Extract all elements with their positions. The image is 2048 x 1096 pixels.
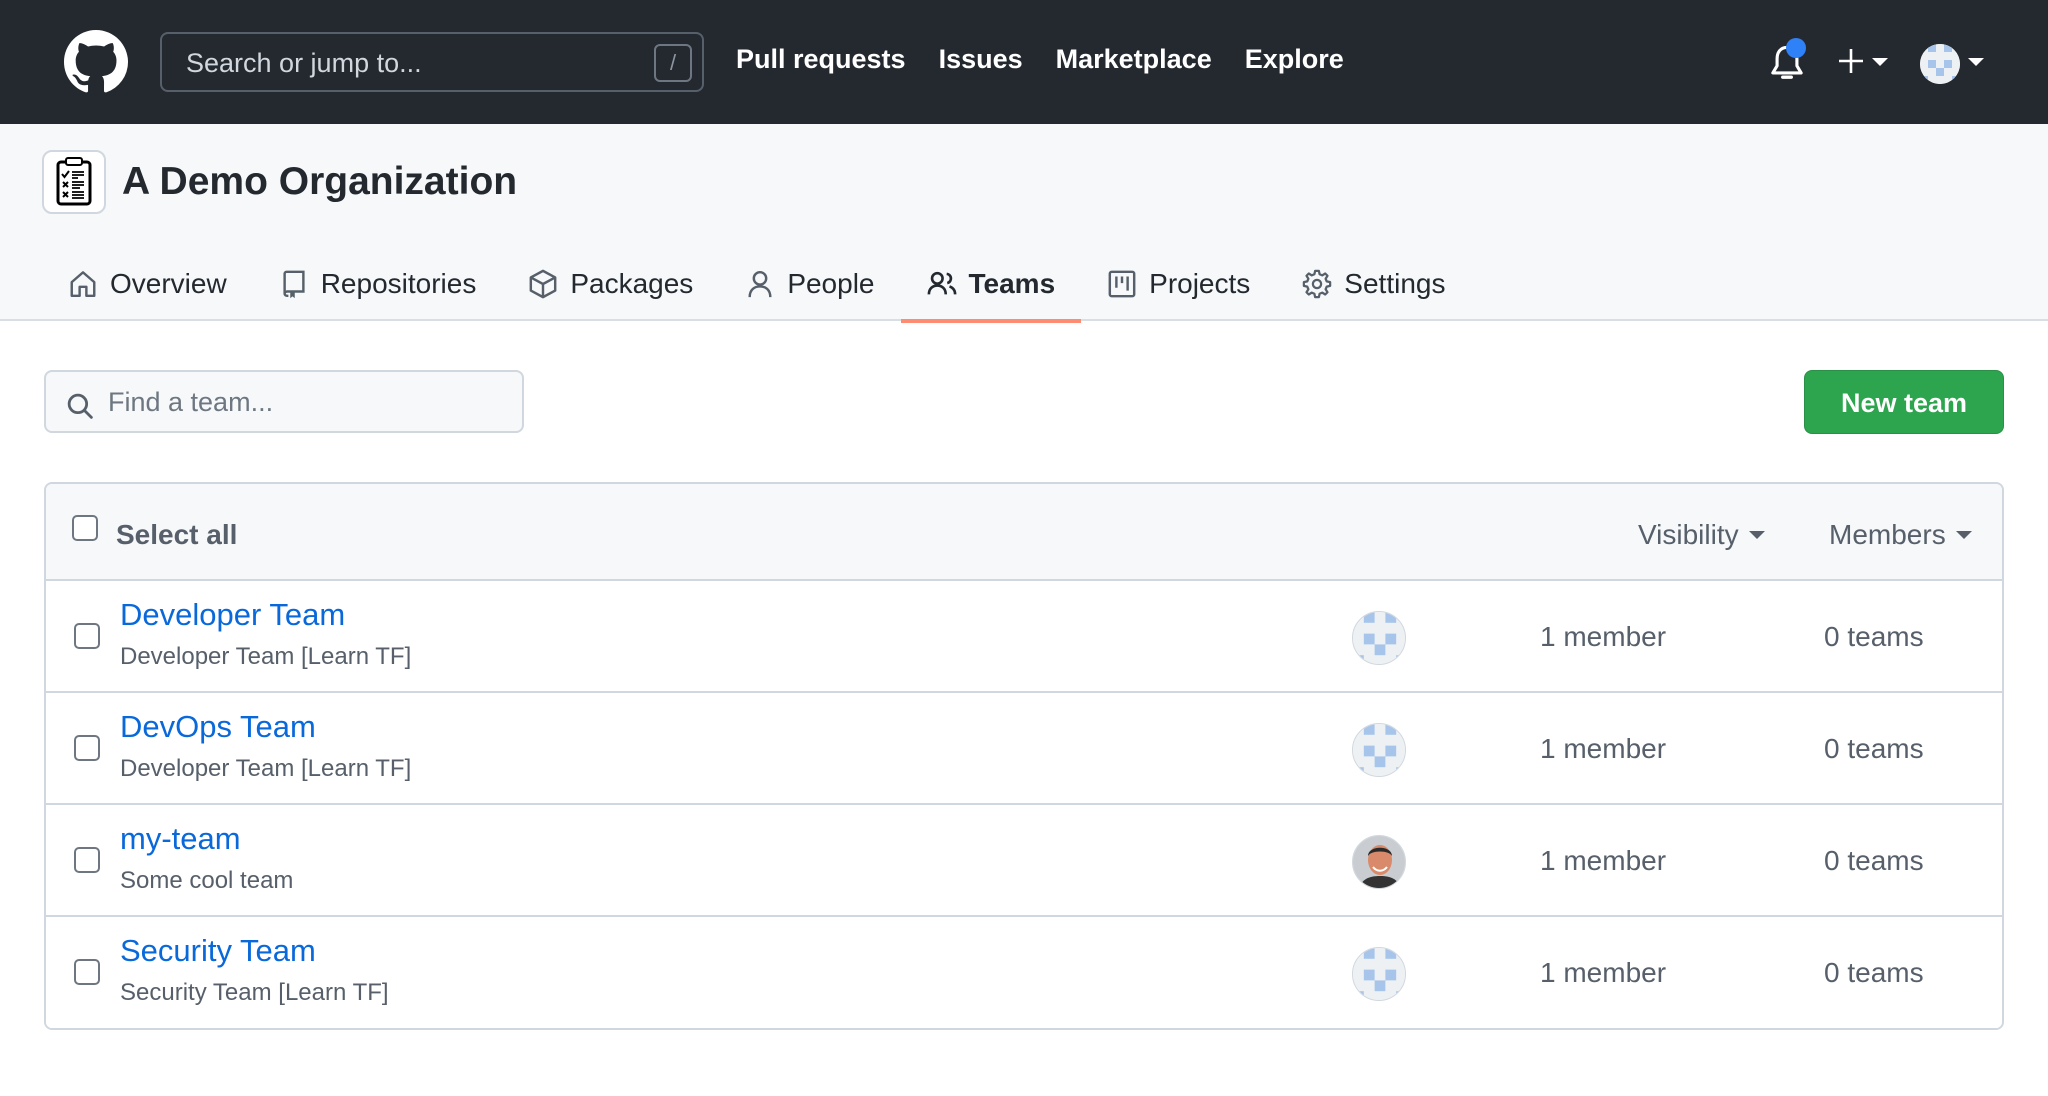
tab-label: Repositories bbox=[320, 267, 477, 299]
new-team-button[interactable]: New team bbox=[1804, 370, 2004, 434]
tab-label: Packages bbox=[570, 267, 694, 299]
user-avatar[interactable] bbox=[1920, 44, 1960, 84]
team-child-count[interactable]: 0 teams bbox=[1824, 733, 1924, 765]
team-row: Security Team Security Team [Learn TF] 1… bbox=[46, 917, 2002, 1028]
tab-label: Settings bbox=[1344, 267, 1446, 299]
find-team-input[interactable]: Find a team... bbox=[44, 370, 524, 433]
tab-projects[interactable]: Projects bbox=[1081, 246, 1276, 321]
team-row: DevOps Team Developer Team [Learn TF] 1 … bbox=[46, 693, 2002, 805]
identicon-icon bbox=[1920, 44, 1960, 84]
team-description: Developer Team [Learn TF] bbox=[120, 643, 412, 670]
visibility-filter-dropdown[interactable]: Visibility bbox=[1638, 519, 1765, 551]
team-description: Security Team [Learn TF] bbox=[120, 979, 389, 1006]
tab-label: Overview bbox=[110, 267, 227, 299]
search-icon bbox=[67, 393, 93, 419]
team-member-count[interactable]: 1 member bbox=[1540, 845, 1666, 877]
team-description: Some cool team bbox=[120, 867, 294, 894]
org-name: A Demo Organization bbox=[122, 160, 518, 203]
team-name-link[interactable]: Security Team bbox=[120, 933, 316, 969]
team-member-count[interactable]: 1 member bbox=[1540, 733, 1666, 765]
nav-issues[interactable]: Issues bbox=[939, 44, 1023, 75]
repo-icon bbox=[283, 270, 305, 298]
user-menu-caret-icon[interactable] bbox=[1968, 58, 1984, 66]
tab-label: People bbox=[787, 267, 875, 299]
package-icon bbox=[529, 269, 557, 298]
tab-repositories[interactable]: Repositories bbox=[253, 246, 503, 321]
tab-teams[interactable]: Teams bbox=[900, 246, 1082, 323]
teams-table-header: Select all Visibility Members bbox=[46, 484, 2002, 581]
team-name-link[interactable]: my-team bbox=[120, 821, 241, 857]
team-checkbox[interactable] bbox=[74, 847, 100, 873]
team-child-count[interactable]: 0 teams bbox=[1824, 845, 1924, 877]
tab-label: Teams bbox=[968, 267, 1056, 299]
person-icon bbox=[748, 270, 772, 297]
home-icon bbox=[70, 270, 96, 297]
nav-explore[interactable]: Explore bbox=[1245, 44, 1344, 75]
select-all-checkbox[interactable] bbox=[72, 515, 98, 541]
member-avatar[interactable] bbox=[1352, 611, 1406, 665]
member-avatar[interactable] bbox=[1352, 723, 1406, 777]
tab-packages[interactable]: Packages bbox=[502, 246, 719, 321]
github-logo-icon[interactable] bbox=[64, 30, 128, 94]
identicon-icon bbox=[1353, 948, 1405, 1000]
find-team-placeholder: Find a team... bbox=[108, 387, 274, 417]
user-photo-icon bbox=[1353, 836, 1405, 888]
create-menu-caret-icon[interactable] bbox=[1872, 58, 1888, 66]
search-shortcut-key: / bbox=[654, 44, 692, 82]
org-avatar[interactable] bbox=[42, 150, 106, 214]
tab-settings[interactable]: Settings bbox=[1276, 246, 1471, 321]
team-member-count[interactable]: 1 member bbox=[1540, 957, 1666, 989]
select-all-label: Select all bbox=[116, 519, 238, 550]
tab-label: Projects bbox=[1149, 267, 1251, 299]
chevron-down-icon bbox=[1955, 531, 1972, 539]
org-tabs: Overview Repositories Packages People Te… bbox=[42, 246, 1471, 323]
team-child-count[interactable]: 0 teams bbox=[1824, 621, 1924, 653]
team-description: Developer Team [Learn TF] bbox=[120, 755, 412, 782]
plus-icon[interactable] bbox=[1838, 46, 1864, 76]
chevron-down-icon bbox=[1748, 531, 1765, 539]
nav-pull-requests[interactable]: Pull requests bbox=[736, 44, 906, 75]
global-nav: Pull requests Issues Marketplace Explore bbox=[736, 44, 1344, 75]
identicon-icon bbox=[1353, 724, 1405, 776]
team-child-count[interactable]: 0 teams bbox=[1824, 957, 1924, 989]
org-header: A Demo Organization Overview Repositorie… bbox=[0, 124, 2048, 323]
clipboard-checklist-icon bbox=[56, 157, 92, 206]
team-name-link[interactable]: DevOps Team bbox=[120, 709, 316, 745]
team-row: Developer Team Developer Team [Learn TF]… bbox=[46, 581, 2002, 693]
team-checkbox[interactable] bbox=[74, 623, 100, 649]
teams-table: Select all Visibility Members Developer … bbox=[44, 482, 2004, 1030]
tab-overview[interactable]: Overview bbox=[42, 246, 253, 321]
member-avatar[interactable] bbox=[1352, 835, 1406, 889]
team-member-count[interactable]: 1 member bbox=[1540, 621, 1666, 653]
team-row: my-team Some cool team 1 member 0 teams bbox=[46, 805, 2002, 917]
member-avatar[interactable] bbox=[1352, 947, 1406, 1001]
team-checkbox[interactable] bbox=[74, 959, 100, 985]
global-search-placeholder: Search or jump to... bbox=[186, 48, 422, 78]
members-filter-dropdown[interactable]: Members bbox=[1829, 519, 1972, 551]
nav-marketplace[interactable]: Marketplace bbox=[1056, 44, 1212, 75]
visibility-filter-label: Visibility bbox=[1638, 519, 1739, 550]
project-icon bbox=[1108, 270, 1136, 297]
global-search-input[interactable]: Search or jump to... / bbox=[160, 32, 704, 92]
identicon-icon bbox=[1353, 612, 1405, 664]
people-icon bbox=[927, 271, 956, 294]
team-name-link[interactable]: Developer Team bbox=[120, 597, 345, 633]
team-checkbox[interactable] bbox=[74, 735, 100, 761]
top-header: Search or jump to... / Pull requests Iss… bbox=[0, 0, 2048, 124]
members-filter-label: Members bbox=[1829, 519, 1946, 550]
tab-people[interactable]: People bbox=[719, 246, 900, 321]
gear-icon bbox=[1303, 269, 1332, 298]
notification-unread-dot bbox=[1786, 38, 1806, 58]
